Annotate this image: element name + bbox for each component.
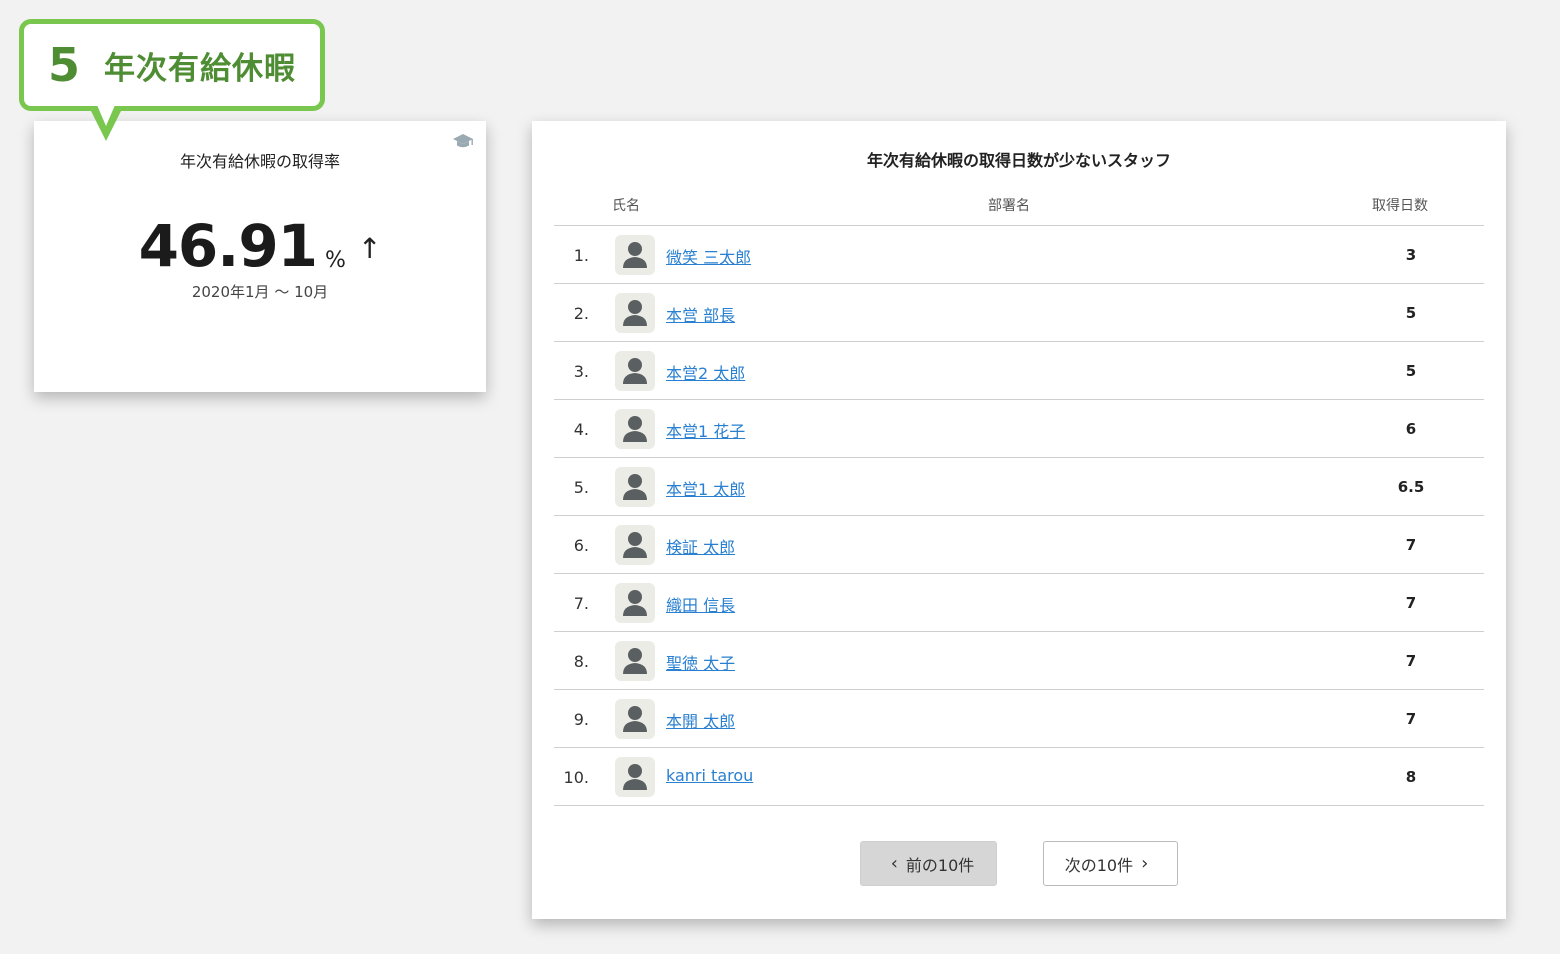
table-row: 7. 織田 信長 7 — [554, 574, 1484, 632]
table-row: 9. 本開 太郎 7 — [554, 690, 1484, 748]
staff-name-link[interactable]: 微笑 三太郎 — [666, 244, 751, 268]
low-leave-staff-card: 年次有給休暇の取得日数が少ないスタッフ 氏名 部署名 取得日数 1. 微笑 三太郎… — [532, 121, 1506, 919]
row-days: 6 — [1405, 420, 1417, 438]
table-header: 氏名 部署名 取得日数 — [554, 183, 1484, 226]
row-days: 6.5 — [1397, 478, 1425, 496]
staff-card-title: 年次有給休暇の取得日数が少ないスタッフ — [866, 151, 1171, 170]
table-row: 3. 本営2 太郎 5 — [554, 342, 1484, 400]
table-row: 8. 聖徳 太子 7 — [554, 632, 1484, 690]
row-rank: 3. — [573, 362, 589, 381]
row-rank: 2. — [573, 304, 589, 323]
row-rank: 7. — [573, 594, 589, 613]
row-rank: 9. — [573, 710, 589, 729]
graduation-cap-icon[interactable] — [452, 133, 474, 151]
row-days: 7 — [1405, 594, 1417, 612]
rate-card-title: 年次有給休暇の取得率 — [179, 152, 340, 171]
row-rank: 10. — [563, 768, 589, 787]
avatar — [615, 467, 655, 507]
row-rank: 5. — [573, 478, 589, 497]
row-days: 5 — [1405, 362, 1417, 380]
row-days: 3 — [1405, 246, 1417, 264]
chevron-left-icon: ‹ — [890, 853, 898, 874]
avatar — [615, 757, 655, 797]
staff-name-link[interactable]: 本営 部長 — [666, 302, 735, 326]
rate-period: 2020年1月 〜 10月 — [191, 283, 329, 301]
staff-table: 氏名 部署名 取得日数 1. 微笑 三太郎 3 2. 本営 部長 5 3. 本営2 太郎 5 4.… — [554, 183, 1484, 806]
column-header-name: 氏名 — [612, 198, 640, 214]
trend-up-arrow-icon: ↑ — [357, 232, 382, 265]
row-days: 8 — [1405, 768, 1417, 786]
callout-pointer-fill — [97, 105, 115, 126]
row-rank: 8. — [573, 652, 589, 671]
section-callout: 5 年次有給休暇 — [19, 19, 325, 111]
row-rank: 1. — [573, 246, 589, 265]
next-page-button[interactable]: 次の10件 › — [1043, 841, 1178, 886]
avatar — [615, 583, 655, 623]
table-row: 2. 本営 部長 5 — [554, 284, 1484, 342]
row-days: 7 — [1405, 652, 1417, 670]
staff-name-link[interactable]: 本営1 太郎 — [666, 476, 745, 500]
prev-page-button[interactable]: ‹ 前の10件 — [860, 841, 997, 886]
avatar — [615, 235, 655, 275]
avatar — [615, 351, 655, 391]
table-row: 6. 検証 太郎 7 — [554, 516, 1484, 574]
avatar — [615, 699, 655, 739]
avatar — [615, 641, 655, 681]
pagination: ‹ 前の10件 次の10件 › — [532, 841, 1506, 886]
table-row: 5. 本営1 太郎 6.5 — [554, 458, 1484, 516]
section-title: 年次有給休暇 — [104, 50, 297, 87]
staff-name-link[interactable]: 本開 太郎 — [666, 708, 735, 732]
avatar — [615, 293, 655, 333]
staff-name-link[interactable]: kanri tarou — [666, 766, 753, 785]
staff-name-link[interactable]: 聖徳 太子 — [666, 650, 735, 674]
avatar — [615, 409, 655, 449]
rate-unit: % — [325, 248, 346, 273]
rate-value-row: 46.91 % ↑ — [34, 217, 486, 275]
table-row: 10. kanri tarou 8 — [554, 748, 1484, 806]
row-days: 7 — [1405, 710, 1417, 728]
table-row: 4. 本営1 花子 6 — [554, 400, 1484, 458]
column-header-days: 取得日数 — [1372, 198, 1428, 214]
rate-value: 46.91 — [138, 212, 318, 280]
table-row: 1. 微笑 三太郎 3 — [554, 226, 1484, 284]
staff-name-link[interactable]: 織田 信長 — [666, 592, 735, 616]
chevron-right-icon: › — [1141, 853, 1149, 874]
leave-rate-card: 年次有給休暇の取得率 46.91 % ↑ 2020年1月 〜 10月 — [34, 121, 486, 392]
section-number: 5 — [48, 38, 81, 92]
staff-name-link[interactable]: 本営1 花子 — [666, 418, 745, 442]
prev-page-label: 前の10件 — [905, 855, 975, 875]
row-days: 7 — [1405, 536, 1417, 554]
row-days: 5 — [1405, 304, 1417, 322]
row-rank: 4. — [573, 420, 589, 439]
staff-name-link[interactable]: 検証 太郎 — [666, 534, 735, 558]
column-header-dept: 部署名 — [988, 198, 1030, 214]
row-rank: 6. — [573, 536, 589, 555]
next-page-label: 次の10件 — [1064, 855, 1134, 875]
avatar — [615, 525, 655, 565]
staff-name-link[interactable]: 本営2 太郎 — [666, 360, 745, 384]
